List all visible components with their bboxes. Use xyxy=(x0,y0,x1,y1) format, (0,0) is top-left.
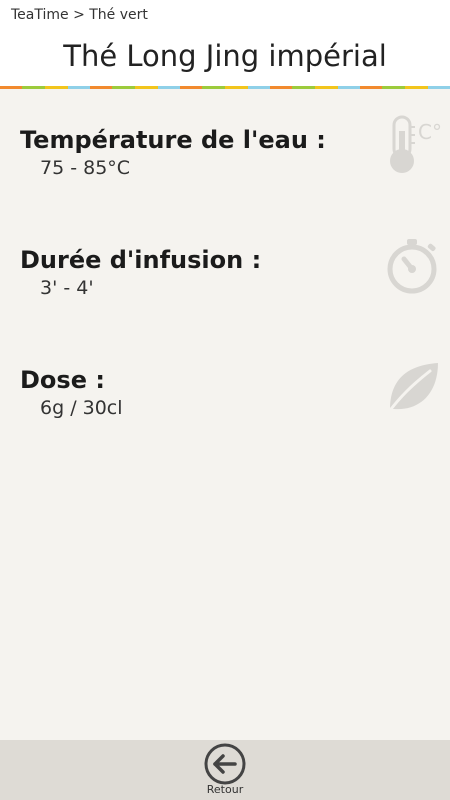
dose-label: Dose : xyxy=(20,366,105,394)
temperature-label: Température de l'eau : xyxy=(20,126,326,154)
back-arrow-icon[interactable] xyxy=(203,742,247,786)
infusion-duration-label: Durée d'infusion : xyxy=(20,246,262,274)
thermometer-icon: C° xyxy=(380,113,444,177)
celsius-symbol: C° xyxy=(418,120,442,144)
header-bar: TeaTime > Thé vert Thé Long Jing impéria… xyxy=(0,0,450,86)
stopwatch-icon xyxy=(380,233,444,297)
breadcrumb[interactable]: TeaTime > Thé vert xyxy=(11,6,148,24)
leaf-icon xyxy=(380,353,444,417)
footer-bar: Retour xyxy=(0,740,450,800)
infusion-duration-value: 3' - 4' xyxy=(40,277,94,299)
back-button[interactable]: Retour xyxy=(200,742,250,798)
temperature-section: Température de l'eau : 75 - 85°C C° xyxy=(0,115,450,215)
infusion-duration-section: Durée d'infusion : 3' - 4' xyxy=(0,239,450,335)
page-title: Thé Long Jing impérial xyxy=(63,39,387,73)
dose-value: 6g / 30cl xyxy=(40,397,123,419)
back-label: Retour xyxy=(206,783,244,796)
color-strip-divider xyxy=(0,86,450,89)
dose-section: Dose : 6g / 30cl xyxy=(0,363,450,455)
temperature-value: 75 - 85°C xyxy=(40,157,131,179)
